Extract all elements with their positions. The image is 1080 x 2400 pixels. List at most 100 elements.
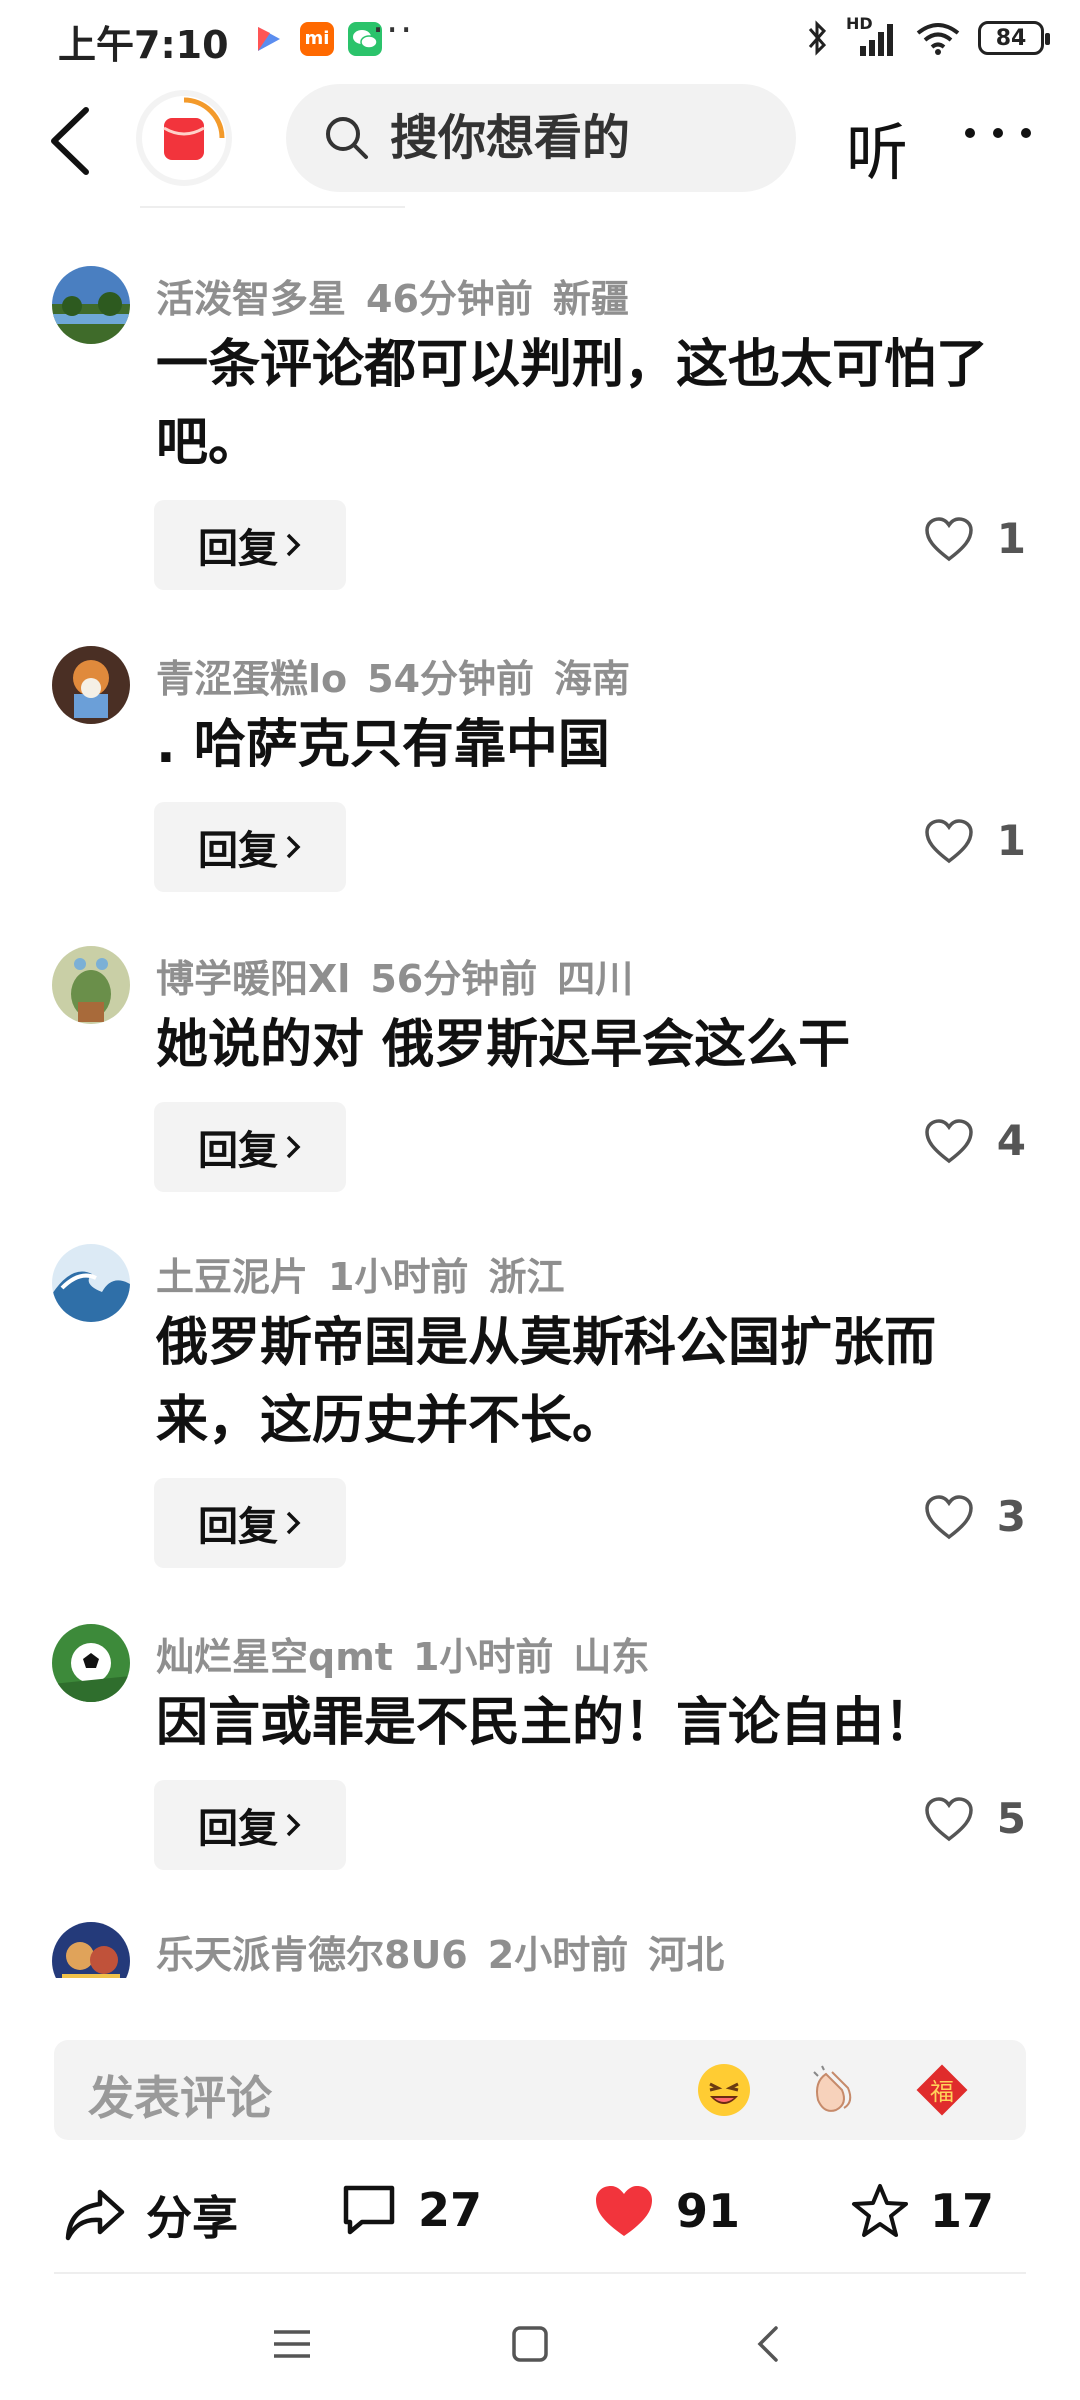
comment-time: 56分钟前 — [370, 957, 538, 1001]
comment-icon — [343, 2185, 395, 2235]
like-button-main[interactable]: 91 — [592, 2182, 740, 2240]
divider — [54, 2272, 1026, 2274]
like-count: 5 — [996, 1794, 1026, 1843]
back-nav-icon[interactable] — [752, 2322, 782, 2366]
like-button[interactable]: 4 — [923, 1116, 1026, 1165]
avatar[interactable] — [52, 1624, 130, 1702]
avatar[interactable] — [52, 1922, 130, 1978]
like-count-main: 91 — [676, 2184, 741, 2238]
more-options-button[interactable] — [958, 118, 1038, 148]
heart-outline-icon — [925, 1796, 973, 1841]
like-button[interactable]: 3 — [923, 1492, 1026, 1541]
battery-level: 84 — [995, 25, 1027, 51]
comment-time: 2小时前 — [487, 1933, 629, 1977]
battery-icon: 84 — [978, 21, 1050, 55]
menu-nav-icon[interactable] — [270, 2326, 314, 2362]
like-button[interactable]: 1 — [923, 514, 1026, 563]
chevron-right-icon — [286, 1813, 301, 1837]
like-button[interactable]: 5 — [923, 1794, 1026, 1843]
heart-outline-icon — [925, 516, 973, 561]
svg-text:福: 福 — [930, 2078, 954, 2106]
avatar[interactable] — [52, 266, 130, 344]
reply-label: 回复 — [198, 526, 278, 572]
comment-text: 俄罗斯帝国是从莫斯科公国扩张而来，这历史并不长。 — [156, 1313, 937, 1451]
chevron-right-icon — [286, 1135, 301, 1159]
mi-app-icon: mi — [300, 22, 334, 56]
red-packet-button[interactable] — [136, 90, 232, 186]
laughing-emoji-icon[interactable] — [694, 2060, 754, 2120]
comment-author[interactable]: 青涩蛋糕lo — [156, 657, 347, 701]
red-packet-icon — [163, 97, 225, 160]
comment-text: . 哈萨克只有靠中国 — [156, 715, 610, 775]
comment-region: 新疆 — [552, 277, 629, 321]
comment-meta: 活泼智多星 46分钟前 新疆 — [156, 268, 649, 323]
favorite-button[interactable]: 17 — [850, 2182, 994, 2240]
comment-item: 活泼智多星 46分钟前 新疆 一条评论都可以判刑，这也太可怕了吧。 回复 1 — [0, 230, 1080, 610]
system-nav-bar — [0, 2290, 1080, 2400]
comment-region: 山东 — [573, 1635, 650, 1679]
home-nav-icon[interactable] — [510, 2324, 550, 2364]
reply-label: 回复 — [198, 1128, 278, 1174]
back-button[interactable] — [42, 104, 102, 178]
comment-author[interactable]: 土豆泥片 — [156, 1255, 308, 1299]
comment-region: 河北 — [648, 1933, 725, 1977]
avatar[interactable] — [52, 646, 130, 724]
comment-author[interactable]: 博学暖阳Xl — [156, 957, 350, 1001]
search-icon — [326, 117, 368, 159]
more-dots-icon — [965, 128, 1031, 138]
comment-item: 博学暖阳Xl 56分钟前 四川 她说的对 俄罗斯迟早会这么干 回复 4 — [0, 910, 1080, 1208]
comment-input[interactable]: 发表评论 福 — [54, 2040, 1026, 2140]
reply-button[interactable]: 回复 — [154, 1102, 346, 1192]
search-input[interactable] — [388, 109, 772, 167]
comment-list[interactable]: 活泼智多星 46分钟前 新疆 一条评论都可以判刑，这也太可怕了吧。 回复 1 青涩蛋… — [0, 230, 1080, 1978]
comment-region: 浙江 — [488, 1255, 565, 1299]
chevron-right-icon — [286, 835, 301, 859]
share-button[interactable]: 分享 — [64, 2182, 238, 2248]
comment-author[interactable]: 乐天派肯德尔8U6 — [156, 1933, 468, 1977]
reply-button[interactable]: 回复 — [154, 802, 346, 892]
comment-button[interactable]: 27 — [340, 2182, 482, 2238]
comment-time: 46分钟前 — [366, 277, 533, 321]
comment-region: 海南 — [554, 657, 631, 701]
more-notifications-icon: ··· — [372, 8, 415, 52]
video-app-icon — [250, 22, 284, 56]
status-time: 上午7:10 — [58, 23, 229, 67]
comment-meta: 博学暖阳Xl 56分钟前 四川 — [156, 948, 653, 1003]
search-bar[interactable] — [286, 84, 796, 192]
chevron-right-icon — [286, 533, 301, 557]
status-right: HD 84 — [806, 14, 1050, 58]
divider — [140, 206, 405, 208]
comment-meta: 灿烂星空qmt 1小时前 山东 — [156, 1626, 669, 1681]
favorite-count: 17 — [930, 2184, 995, 2238]
top-bar: 听 — [0, 80, 1080, 200]
comment-time: 54分钟前 — [367, 657, 535, 701]
fu-sticker-icon[interactable]: 福 — [912, 2060, 972, 2120]
reply-button[interactable]: 回复 — [154, 500, 346, 590]
star-icon — [852, 2184, 908, 2237]
comment-author[interactable]: 活泼智多星 — [156, 277, 346, 321]
listen-button[interactable]: 听 — [846, 102, 908, 192]
heart-filled-icon — [596, 2186, 652, 2236]
wifi-icon — [916, 23, 960, 55]
action-bar: 分享 27 91 17 — [0, 2160, 1080, 2270]
like-button[interactable]: 1 — [923, 816, 1026, 865]
comment-item: 土豆泥片 1小时前 浙江 俄罗斯帝国是从莫斯科公国扩张而来，这历史并不长。 回复 3 — [0, 1208, 1080, 1588]
heart-outline-icon — [925, 1118, 973, 1163]
heart-outline-icon — [925, 1494, 973, 1539]
reply-button[interactable]: 回复 — [154, 1478, 346, 1568]
avatar[interactable] — [52, 946, 130, 1024]
clapping-hands-icon[interactable] — [804, 2060, 864, 2120]
comment-input-placeholder: 发表评论 — [88, 2071, 272, 2125]
avatar[interactable] — [52, 1244, 130, 1322]
comment-meta: 乐天派肯德尔8U6 2小时前 河北 — [156, 1924, 744, 1978]
comment-text: 一条评论都可以判刑，这也太可怕了吧。 — [156, 335, 989, 473]
comment-count: 27 — [418, 2183, 483, 2237]
reply-label: 回复 — [198, 1806, 278, 1852]
like-count: 3 — [996, 1492, 1026, 1541]
reply-button[interactable]: 回复 — [154, 1780, 346, 1870]
comment-meta: 青涩蛋糕lo 54分钟前 海南 — [156, 648, 650, 703]
share-label: 分享 — [146, 2191, 238, 2245]
heart-outline-icon — [925, 818, 973, 863]
comment-author[interactable]: 灿烂星空qmt — [156, 1635, 393, 1679]
comment-text: 她说的对 俄罗斯迟早会这么干 — [156, 1015, 851, 1075]
